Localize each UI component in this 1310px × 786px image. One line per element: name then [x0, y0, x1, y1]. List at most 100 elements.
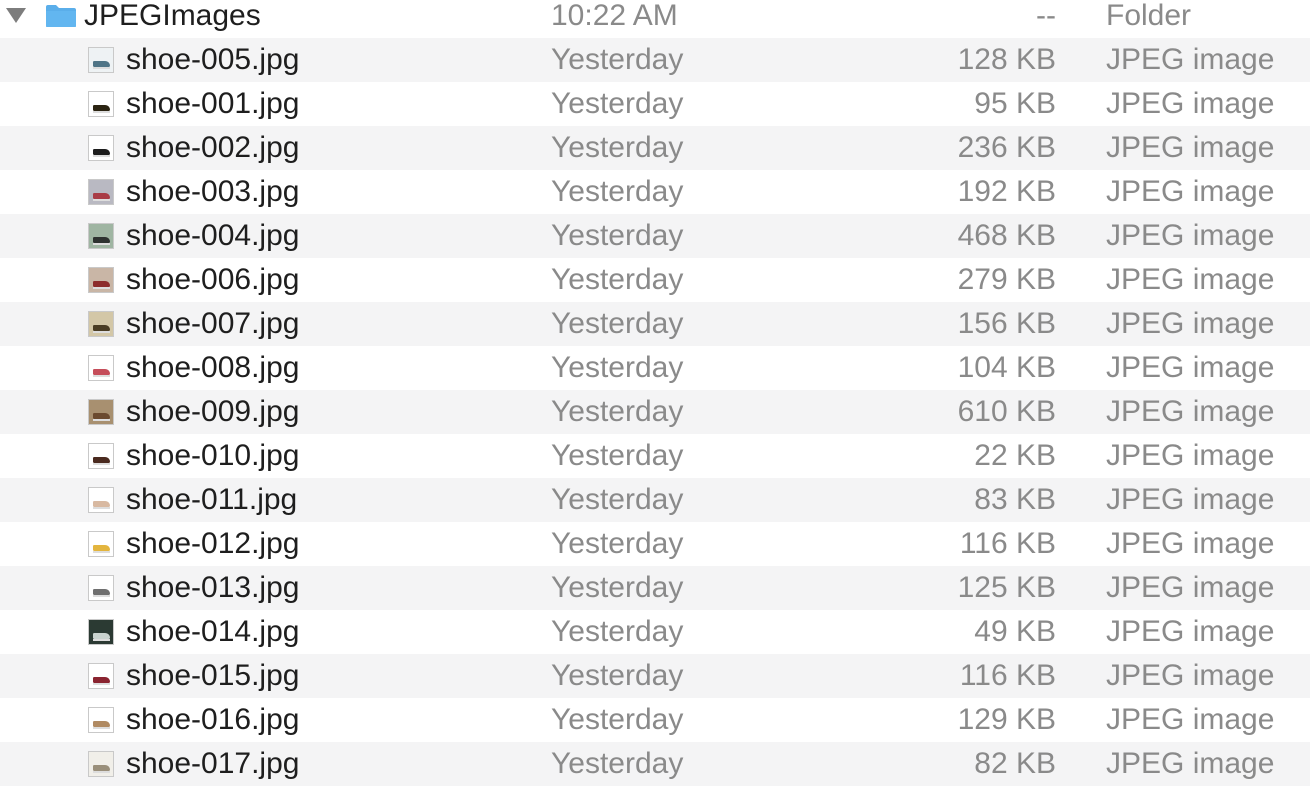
file-row[interactable]: shoe-017.jpg Yesterday 82 KB JPEG image	[0, 742, 1310, 786]
thumbnail-sole	[93, 683, 110, 685]
file-row[interactable]: shoe-007.jpg Yesterday 156 KB JPEG image	[0, 302, 1310, 346]
file-date-modified: Yesterday	[551, 263, 684, 296]
file-size: 83 KB	[974, 483, 1056, 516]
file-row[interactable]: shoe-013.jpg Yesterday 125 KB JPEG image	[0, 566, 1310, 610]
file-kind: JPEG image	[1106, 747, 1275, 780]
thumbnail-sole	[93, 551, 110, 553]
image-thumbnail-icon	[88, 663, 114, 689]
file-row[interactable]: shoe-003.jpg Yesterday 192 KB JPEG image	[0, 170, 1310, 214]
file-name: shoe-017.jpg	[126, 747, 300, 780]
thumbnail-sole	[93, 199, 110, 201]
image-thumbnail-icon	[88, 355, 114, 381]
image-thumbnail-icon	[88, 179, 114, 205]
image-thumbnail-icon	[88, 135, 114, 161]
file-kind: JPEG image	[1106, 659, 1275, 692]
image-thumbnail-icon	[88, 575, 114, 601]
file-size: 22 KB	[974, 439, 1056, 472]
file-name: shoe-015.jpg	[126, 659, 300, 692]
thumbnail-sole	[93, 463, 110, 465]
file-kind: JPEG image	[1106, 263, 1275, 296]
file-name: shoe-005.jpg	[126, 43, 300, 76]
file-name: shoe-011.jpg	[126, 483, 298, 516]
file-kind: JPEG image	[1106, 395, 1275, 428]
file-name: shoe-014.jpg	[126, 615, 300, 648]
file-date-modified: Yesterday	[551, 219, 684, 252]
file-date-modified: Yesterday	[551, 351, 684, 384]
file-size: 279 KB	[957, 263, 1056, 296]
thumbnail-sole	[93, 727, 110, 729]
thumbnail-sole	[93, 771, 110, 773]
file-date-modified: Yesterday	[551, 747, 684, 780]
file-size: 116 KB	[959, 527, 1056, 560]
file-row[interactable]: shoe-002.jpg Yesterday 236 KB JPEG image	[0, 126, 1310, 170]
file-size: 125 KB	[957, 571, 1056, 604]
file-date-modified: Yesterday	[551, 43, 684, 76]
file-name: shoe-012.jpg	[126, 527, 300, 560]
file-size: 236 KB	[957, 131, 1056, 164]
folder-icon	[46, 5, 76, 27]
thumbnail-sole	[93, 639, 110, 641]
file-size: 95 KB	[974, 87, 1056, 120]
file-row[interactable]: shoe-015.jpg Yesterday 116 KB JPEG image	[0, 654, 1310, 698]
file-kind: JPEG image	[1106, 483, 1275, 516]
file-row[interactable]: shoe-005.jpg Yesterday 128 KB JPEG image	[0, 38, 1310, 82]
image-thumbnail-icon	[88, 91, 114, 117]
file-date-modified: Yesterday	[551, 439, 684, 472]
file-row[interactable]: shoe-006.jpg Yesterday 279 KB JPEG image	[0, 258, 1310, 302]
folder-name: JPEGImages	[84, 0, 261, 32]
file-size: 192 KB	[957, 175, 1056, 208]
image-thumbnail-icon	[88, 47, 114, 73]
file-kind: JPEG image	[1106, 351, 1275, 384]
file-row[interactable]: shoe-014.jpg Yesterday 49 KB JPEG image	[0, 610, 1310, 654]
file-name: shoe-002.jpg	[126, 131, 300, 164]
file-size: 49 KB	[974, 615, 1056, 648]
file-row[interactable]: shoe-004.jpg Yesterday 468 KB JPEG image	[0, 214, 1310, 258]
file-name: shoe-013.jpg	[126, 571, 300, 604]
file-date-modified: Yesterday	[551, 703, 684, 736]
file-name: shoe-009.jpg	[126, 395, 300, 428]
file-row[interactable]: shoe-011.jpg Yesterday 83 KB JPEG image	[0, 478, 1310, 522]
file-date-modified: Yesterday	[551, 615, 684, 648]
image-thumbnail-icon	[88, 531, 114, 557]
image-thumbnail-icon	[88, 487, 114, 513]
thumbnail-sole	[93, 67, 110, 69]
file-kind: JPEG image	[1106, 439, 1275, 472]
thumbnail-sole	[93, 331, 110, 333]
file-date-modified: Yesterday	[551, 571, 684, 604]
file-kind: JPEG image	[1106, 527, 1275, 560]
file-name: shoe-003.jpg	[126, 175, 300, 208]
thumbnail-sole	[93, 595, 110, 597]
file-name: shoe-010.jpg	[126, 439, 300, 472]
image-thumbnail-icon	[88, 751, 114, 777]
file-kind: JPEG image	[1106, 307, 1275, 340]
thumbnail-sole	[93, 287, 110, 289]
file-row[interactable]: shoe-012.jpg Yesterday 116 KB JPEG image	[0, 522, 1310, 566]
file-kind: JPEG image	[1106, 615, 1275, 648]
folder-size: --	[1036, 0, 1056, 32]
file-size: 116 KB	[959, 659, 1056, 692]
file-date-modified: Yesterday	[551, 527, 684, 560]
file-name: shoe-001.jpg	[126, 87, 300, 120]
file-row[interactable]: shoe-008.jpg Yesterday 104 KB JPEG image	[0, 346, 1310, 390]
file-row[interactable]: shoe-009.jpg Yesterday 610 KB JPEG image	[0, 390, 1310, 434]
thumbnail-sole	[93, 419, 110, 421]
file-row[interactable]: shoe-001.jpg Yesterday 95 KB JPEG image	[0, 82, 1310, 126]
file-date-modified: Yesterday	[551, 483, 684, 516]
thumbnail-sole	[93, 243, 110, 245]
file-kind: JPEG image	[1106, 43, 1275, 76]
file-name: shoe-016.jpg	[126, 703, 300, 736]
thumbnail-sole	[93, 375, 110, 377]
file-kind: JPEG image	[1106, 87, 1275, 120]
file-kind: JPEG image	[1106, 571, 1275, 604]
disclosure-triangle-icon[interactable]	[6, 8, 26, 23]
file-kind: JPEG image	[1106, 219, 1275, 252]
file-date-modified: Yesterday	[551, 131, 684, 164]
image-thumbnail-icon	[88, 267, 114, 293]
file-kind: JPEG image	[1106, 175, 1275, 208]
thumbnail-sole	[93, 111, 110, 113]
file-row[interactable]: shoe-016.jpg Yesterday 129 KB JPEG image	[0, 698, 1310, 742]
folder-row-jpegimages[interactable]: JPEGImages 10:22 AM -- Folder	[0, 0, 1310, 38]
thumbnail-sole	[93, 507, 110, 509]
file-size: 129 KB	[957, 703, 1056, 736]
file-row[interactable]: shoe-010.jpg Yesterday 22 KB JPEG image	[0, 434, 1310, 478]
